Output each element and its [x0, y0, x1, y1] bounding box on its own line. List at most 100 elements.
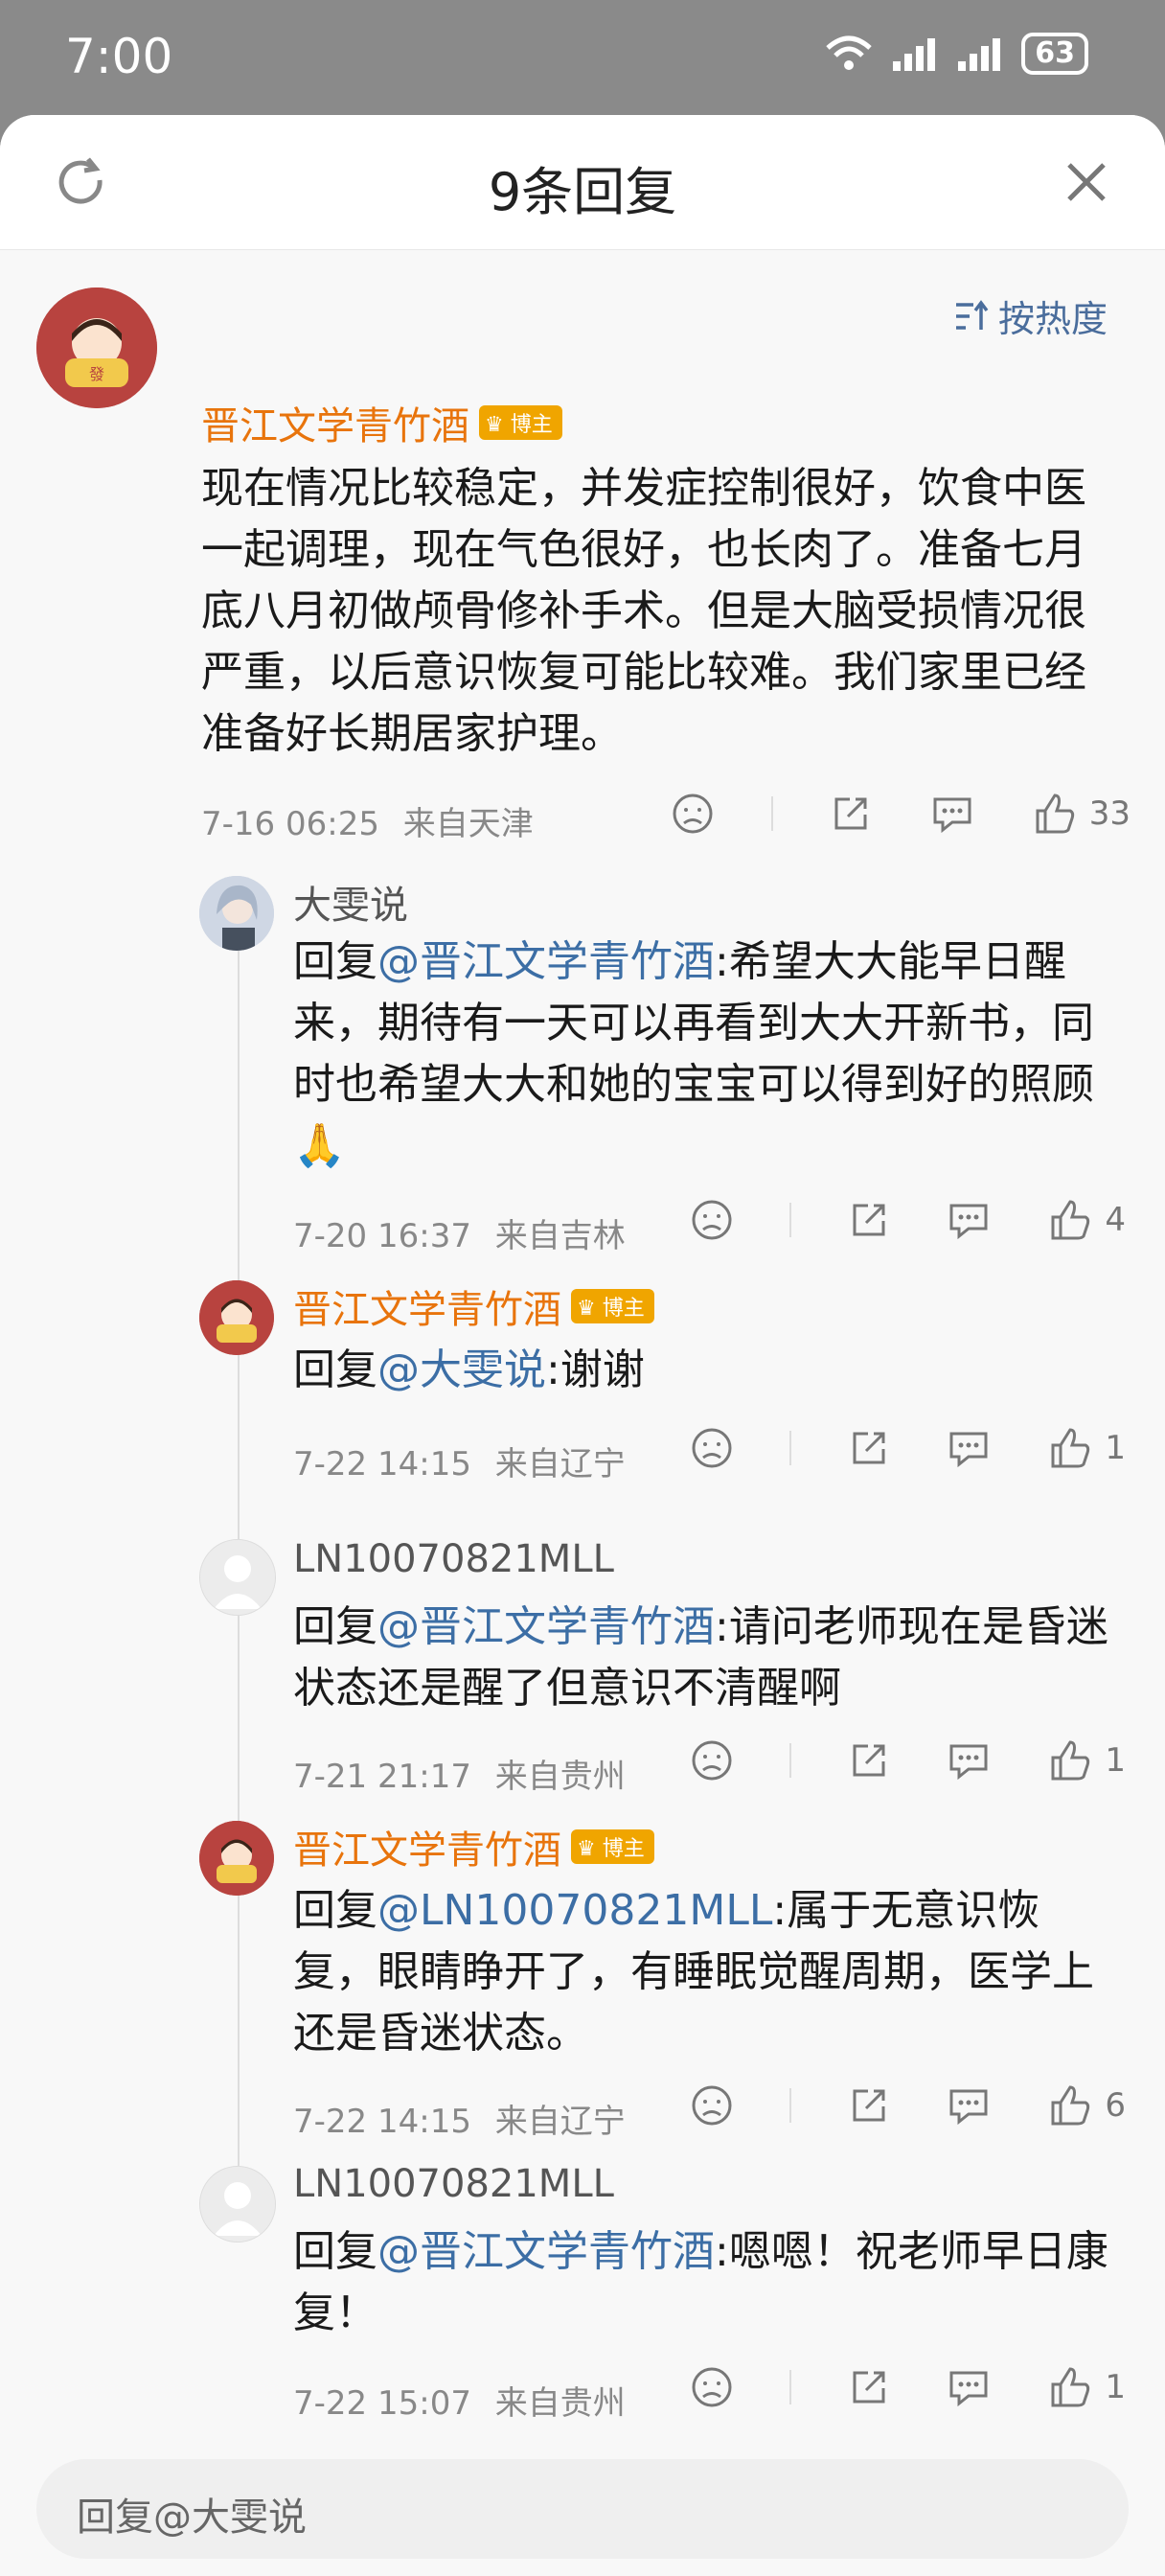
dislike-button[interactable] — [690, 1738, 734, 1782]
reply-meta: 7-22 15:07 来自贵州 — [293, 2377, 626, 2424]
like-count: 6 — [1105, 2086, 1126, 2125]
reply-actions: 1 — [690, 1426, 1126, 1470]
mention-link[interactable]: @晋江文学青竹酒 — [377, 937, 715, 986]
like-button[interactable]: 33 — [1032, 792, 1131, 836]
share-button[interactable] — [829, 792, 873, 836]
comment-text: 现在情况比较稳定，并发症控制很好，饮食中医一起调理，现在气色很好，也长肉了。准备… — [201, 464, 1086, 758]
thumbs-up-icon — [1051, 1428, 1090, 1468]
avatar[interactable] — [199, 1821, 274, 1896]
close-icon — [1067, 163, 1106, 201]
reply-author[interactable]: LN10070821MLL — [293, 2162, 614, 2206]
like-button[interactable]: 1 — [1047, 2365, 1126, 2409]
reply-button[interactable] — [946, 1426, 992, 1470]
sad-face-icon — [692, 1428, 732, 1468]
like-count: 4 — [1105, 1201, 1126, 1239]
dislike-button[interactable] — [690, 1198, 734, 1242]
signal-icon — [956, 34, 1004, 73]
avatar[interactable] — [199, 2166, 276, 2242]
reply-text: 回复@晋江文学青竹酒:希望大大能早日醒来，期待有一天可以再看到大大开新书，同时也… — [293, 932, 1117, 1177]
reply-location: 来自贵州 — [494, 2384, 626, 2423]
comment-author-row: 晋江文学青竹酒 ♛ 博主 — [201, 395, 1121, 450]
reply-prefix: 回复 — [293, 1886, 377, 1935]
share-icon — [853, 1744, 885, 1777]
thumbs-up-icon — [1051, 1740, 1090, 1781]
reply-input[interactable]: 回复@大雯说 — [36, 2459, 1129, 2559]
reply-button[interactable] — [946, 1198, 992, 1242]
reply-prefix: 回复 — [293, 937, 377, 986]
reply-author[interactable]: 大雯说 — [293, 874, 408, 930]
reply-time: 7-22 14:15 — [293, 2103, 471, 2141]
sheet-title: 9条回复 — [488, 162, 677, 222]
share-button[interactable] — [847, 2365, 891, 2409]
like-button[interactable]: 1 — [1047, 1426, 1126, 1470]
share-button[interactable] — [847, 1198, 891, 1242]
comment-author[interactable]: 晋江文学青竹酒 — [201, 395, 469, 450]
divider — [788, 1431, 791, 1465]
signal-icon — [891, 34, 939, 73]
dislike-button[interactable] — [671, 792, 715, 836]
dislike-button[interactable] — [690, 1426, 734, 1470]
reply-actions: 1 — [690, 1738, 1126, 1782]
divider — [788, 2370, 791, 2404]
dislike-button[interactable] — [690, 2365, 734, 2409]
divider — [788, 2088, 791, 2123]
reply-author[interactable]: LN10070821MLL — [293, 1537, 614, 1581]
reply-prefix: 回复 — [293, 1602, 377, 1651]
main-comment: 晋江文学青竹酒 ♛ 博主 — [201, 395, 1121, 450]
mention-link[interactable]: @晋江文学青竹酒 — [377, 2227, 715, 2276]
reply-time: 7-22 15:07 — [293, 2384, 471, 2423]
reply-text: 回复@大雯说:谢谢 — [293, 1340, 1117, 1401]
comment-icon — [949, 1204, 988, 1240]
reply-button[interactable] — [929, 792, 975, 836]
like-count: 1 — [1105, 1429, 1126, 1467]
reply-location: 来自吉林 — [494, 1217, 626, 1255]
reply-button[interactable] — [946, 2365, 992, 2409]
thumbs-up-icon — [1036, 794, 1074, 834]
like-count: 33 — [1088, 794, 1131, 833]
like-button[interactable]: 1 — [1047, 1738, 1126, 1782]
sad-face-icon — [692, 2367, 732, 2407]
avatar[interactable] — [199, 876, 274, 951]
sort-icon — [955, 299, 989, 330]
comment-location: 来自天津 — [402, 805, 534, 843]
like-button[interactable]: 4 — [1047, 1198, 1126, 1242]
share-button[interactable] — [847, 1738, 891, 1782]
reply-location: 来自贵州 — [494, 1758, 626, 1796]
dislike-button[interactable] — [690, 2083, 734, 2128]
divider — [770, 796, 773, 831]
close-button[interactable] — [1058, 153, 1115, 211]
avatar[interactable]: 發 — [36, 288, 157, 408]
battery-indicator: 63 — [1021, 33, 1088, 75]
reply-actions: 4 — [690, 1198, 1126, 1242]
avatar[interactable] — [199, 1280, 274, 1355]
reply-author-row: 晋江文学青竹酒 ♛ 博主 — [293, 1819, 654, 1874]
reply-button[interactable] — [946, 1738, 992, 1782]
author-badge: ♛ 博主 — [571, 1289, 654, 1323]
sort-by-hotness-button[interactable]: 按热度 — [952, 289, 1108, 342]
reply-author[interactable]: 晋江文学青竹酒 — [293, 1819, 561, 1874]
mention-link[interactable]: @大雯说 — [377, 1346, 546, 1394]
reply-input-placeholder: 回复@大雯说 — [77, 2496, 307, 2540]
share-icon — [834, 797, 867, 830]
share-button[interactable] — [847, 2083, 891, 2128]
wifi-icon — [824, 34, 874, 73]
like-count: 1 — [1105, 2368, 1126, 2406]
share-button[interactable] — [847, 1426, 891, 1470]
thumbs-up-icon — [1051, 1200, 1090, 1240]
author-badge: ♛ 博主 — [571, 1829, 654, 1864]
comment-icon — [949, 1744, 988, 1781]
reply-meta: 7-21 21:17 来自贵州 — [293, 1750, 626, 1797]
reply-author[interactable]: 晋江文学青竹酒 — [293, 1278, 561, 1334]
share-icon — [853, 1432, 885, 1464]
mention-link[interactable]: @LN10070821MLL — [377, 1886, 772, 1935]
sad-face-icon — [692, 2085, 732, 2126]
comment-icon — [933, 797, 971, 834]
reply-text: 回复@LN10070821MLL:属于无意识恢复，眼睛睁开了，有睡眠觉醒周期，医… — [293, 1880, 1117, 2064]
like-button[interactable]: 6 — [1047, 2083, 1126, 2128]
reply-prefix: 回复 — [293, 2227, 377, 2276]
sort-label: 按热度 — [997, 298, 1108, 340]
avatar[interactable] — [199, 1539, 276, 1616]
reply-button[interactable] — [946, 2083, 992, 2128]
mention-link[interactable]: @晋江文学青竹酒 — [377, 1602, 715, 1651]
sad-face-icon — [692, 1740, 732, 1781]
